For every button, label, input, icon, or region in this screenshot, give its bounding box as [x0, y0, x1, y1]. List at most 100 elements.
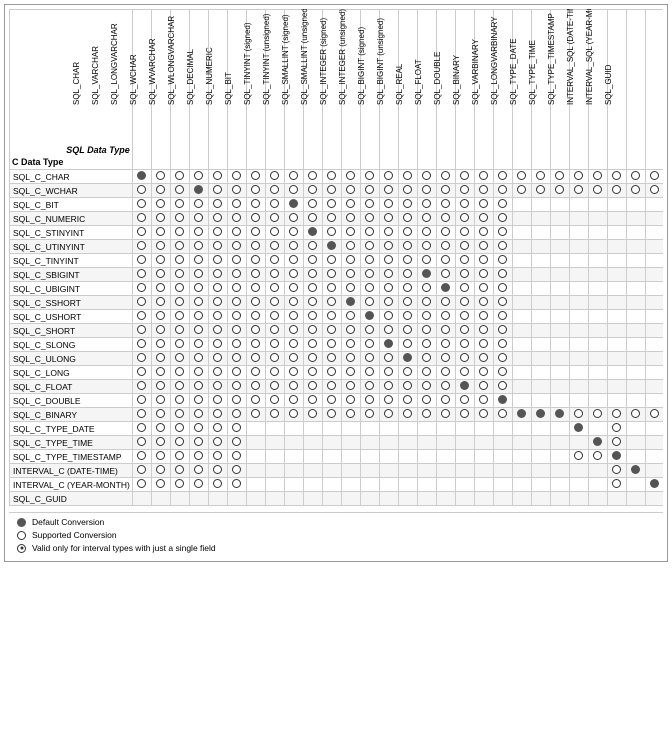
- supported-dot: [308, 367, 317, 376]
- cell-20-11: [341, 450, 360, 464]
- supported-dot: [441, 325, 450, 334]
- supported-dot: [289, 339, 298, 348]
- supported-dot: [365, 353, 374, 362]
- cell-16-26: [626, 394, 645, 408]
- cell-14-24: [588, 366, 607, 380]
- supported-dot: [289, 297, 298, 306]
- supported-dot: [441, 409, 450, 418]
- cell-14-17: [455, 366, 474, 380]
- cell-6-21: [531, 254, 550, 268]
- cell-2-12: [360, 198, 379, 212]
- cell-14-1: [151, 366, 170, 380]
- supported-dot: [422, 283, 431, 292]
- cell-4-25: [607, 226, 626, 240]
- supported-dot: [536, 185, 545, 194]
- cell-23-3: [189, 492, 208, 506]
- supported-dot: [422, 325, 431, 334]
- cell-10-3: [189, 310, 208, 324]
- cell-17-2: [170, 408, 189, 422]
- cell-11-8: [284, 324, 303, 338]
- supported-dot: [593, 171, 602, 180]
- cell-16-21: [531, 394, 550, 408]
- cell-16-18: [474, 394, 493, 408]
- supported-dot: [289, 409, 298, 418]
- cell-1-18: [474, 184, 493, 198]
- cell-17-20: [512, 408, 531, 422]
- cell-7-9: [303, 268, 322, 282]
- supported-dot: [422, 297, 431, 306]
- supported-dot: [403, 381, 412, 390]
- legend-default: Default Conversion: [17, 517, 655, 527]
- supported-dot: [251, 269, 260, 278]
- cell-3-22: [550, 212, 569, 226]
- cell-18-3: [189, 422, 208, 436]
- cell-1-14: [398, 184, 417, 198]
- supported-dot: [498, 269, 507, 278]
- cell-20-3: [189, 450, 208, 464]
- cell-3-24: [588, 212, 607, 226]
- cell-12-24: [588, 338, 607, 352]
- supported-dot: [137, 311, 146, 320]
- cell-5-19: [493, 240, 512, 254]
- supported-dot: [213, 255, 222, 264]
- cell-11-17: [455, 324, 474, 338]
- cell-4-27: [645, 226, 663, 240]
- cell-5-8: [284, 240, 303, 254]
- cell-3-10: [322, 212, 341, 226]
- supported-dot: [365, 185, 374, 194]
- cell-23-27: [645, 492, 663, 506]
- cell-16-23: [569, 394, 588, 408]
- supported-dot: [232, 465, 241, 474]
- supported-dot: [213, 311, 222, 320]
- supported-dot: [137, 185, 146, 194]
- cell-10-0: [132, 310, 151, 324]
- supported-dot: [213, 423, 222, 432]
- cell-22-1: [151, 478, 170, 492]
- cell-5-11: [341, 240, 360, 254]
- cell-21-23: [569, 464, 588, 478]
- cell-0-18: [474, 170, 493, 184]
- supported-dot: [498, 339, 507, 348]
- cell-19-1: [151, 436, 170, 450]
- supported-dot: [460, 409, 469, 418]
- cell-1-20: [512, 184, 531, 198]
- cell-19-5: [227, 436, 246, 450]
- supported-dot: [365, 395, 374, 404]
- supported-dot: [289, 283, 298, 292]
- table-row: SQL_C_BIT: [10, 198, 664, 212]
- supported-dot: [479, 311, 488, 320]
- cell-13-27: [645, 352, 663, 366]
- supported-dot: [251, 395, 260, 404]
- cell-0-12: [360, 170, 379, 184]
- supported-dot: [422, 185, 431, 194]
- supported-dot: [194, 241, 203, 250]
- supported-dot: [593, 451, 602, 460]
- supported-dot: [194, 227, 203, 236]
- supported-dot: [479, 325, 488, 334]
- cell-8-3: [189, 282, 208, 296]
- cell-0-19: [493, 170, 512, 184]
- cell-10-15: [417, 310, 436, 324]
- supported-dot: [213, 381, 222, 390]
- supported-dot: [555, 185, 564, 194]
- cell-11-18: [474, 324, 493, 338]
- cell-15-10: [322, 380, 341, 394]
- cell-1-27: [645, 184, 663, 198]
- supported-dot: [156, 171, 165, 180]
- supported-dot: [327, 213, 336, 222]
- cell-7-25: [607, 268, 626, 282]
- cell-13-1: [151, 352, 170, 366]
- cell-9-9: [303, 296, 322, 310]
- supported-dot: [384, 367, 393, 376]
- cell-6-16: [436, 254, 455, 268]
- supported-dot: [403, 367, 412, 376]
- cell-11-6: [246, 324, 265, 338]
- supported-dot: [498, 241, 507, 250]
- cell-11-5: [227, 324, 246, 338]
- cell-10-21: [531, 310, 550, 324]
- cell-2-16: [436, 198, 455, 212]
- supported-dot: [213, 395, 222, 404]
- cell-23-21: [531, 492, 550, 506]
- supported-dot: [441, 255, 450, 264]
- row-label-9: SQL_C_SSHORT: [10, 296, 133, 310]
